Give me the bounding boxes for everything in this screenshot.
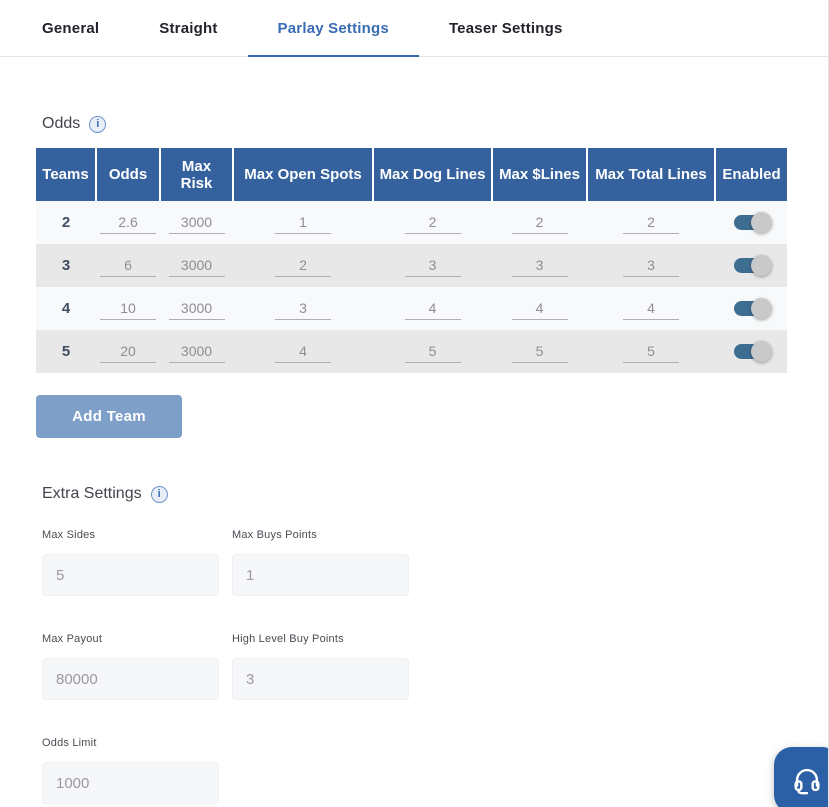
teams-count: 2 [36,201,96,244]
enabled-toggle[interactable] [734,344,769,359]
odds-limit-input[interactable] [42,762,219,804]
settings-tab-bar: General Straight Parlay Settings Teaser … [0,0,828,57]
table-row: 3 [36,244,787,287]
field-odds-limit: Odds Limit [42,737,219,804]
max-total-lines-input[interactable] [623,341,679,363]
max-dog-lines-input[interactable] [405,298,461,320]
column-header-odds: Odds [96,148,160,201]
max-dollar-lines-input[interactable] [512,298,568,320]
tab-teaser-settings[interactable]: Teaser Settings [419,0,593,56]
teams-count: 3 [36,244,96,287]
table-row: 5 [36,330,787,373]
odds-input[interactable] [100,212,156,234]
column-header-max-open-spots: Max Open Spots [233,148,373,201]
odds-input[interactable] [100,255,156,277]
odds-input[interactable] [100,341,156,363]
max-risk-input[interactable] [169,255,225,277]
extra-settings-heading: Extra Settings i [42,485,786,503]
column-header-max-dog-lines: Max Dog Lines [373,148,492,201]
max-dog-lines-input[interactable] [405,255,461,277]
toggle-knob [751,212,772,233]
enabled-toggle[interactable] [734,215,769,230]
info-icon[interactable]: i [89,116,106,133]
odds-section-title: Odds [42,115,80,133]
field-label: Odds Limit [42,737,219,749]
max-payout-input[interactable] [42,658,219,700]
extra-settings-form: Max Sides Max Buys Points Max Payout Hig… [42,529,786,804]
max-total-lines-input[interactable] [623,298,679,320]
toggle-knob [751,298,772,319]
field-label: Max Payout [42,633,219,645]
tab-straight[interactable]: Straight [129,0,247,56]
teams-count: 5 [36,330,96,373]
toggle-knob [751,341,772,362]
column-header-enabled: Enabled [715,148,787,201]
teams-count: 4 [36,287,96,330]
max-open-spots-input[interactable] [275,212,331,234]
enabled-toggle[interactable] [734,301,769,316]
max-open-spots-input[interactable] [275,298,331,320]
extra-settings-title: Extra Settings [42,485,142,503]
max-sides-input[interactable] [42,554,219,596]
max-dog-lines-input[interactable] [405,212,461,234]
toggle-knob [751,255,772,276]
tab-parlay-settings[interactable]: Parlay Settings [248,0,419,56]
column-header-teams: Teams [36,148,96,201]
field-max-sides: Max Sides [42,529,219,596]
max-buys-points-input[interactable] [232,554,409,596]
field-label: Max Sides [42,529,219,541]
table-row: 4 [36,287,787,330]
max-dollar-lines-input[interactable] [512,255,568,277]
field-high-level-buy-points: High Level Buy Points [232,633,409,700]
max-dollar-lines-input[interactable] [512,341,568,363]
parlay-settings-page: General Straight Parlay Settings Teaser … [0,0,829,807]
chat-support-button[interactable] [774,747,829,807]
odds-input[interactable] [100,298,156,320]
odds-section-heading: Odds i [42,115,786,133]
max-dog-lines-input[interactable] [405,341,461,363]
max-dollar-lines-input[interactable] [512,212,568,234]
table-row: 2 [36,201,787,244]
max-total-lines-input[interactable] [623,255,679,277]
column-header-max-total-lines: Max Total Lines [587,148,715,201]
field-label: Max Buys Points [232,529,409,541]
headset-icon [790,763,824,797]
info-icon[interactable]: i [151,486,168,503]
max-risk-input[interactable] [169,341,225,363]
parlay-settings-content: Odds i Teams Odds Max Risk Max Open Spot… [0,115,828,804]
max-open-spots-input[interactable] [275,341,331,363]
enabled-toggle[interactable] [734,258,769,273]
column-header-max-risk: Max Risk [160,148,233,201]
max-total-lines-input[interactable] [623,212,679,234]
odds-table: Teams Odds Max Risk Max Open Spots Max D… [36,148,787,373]
field-max-payout: Max Payout [42,633,219,700]
high-level-buy-points-input[interactable] [232,658,409,700]
column-header-max-dollar-lines: Max $Lines [492,148,587,201]
field-max-buys-points: Max Buys Points [232,529,409,596]
tab-general[interactable]: General [12,0,129,56]
max-open-spots-input[interactable] [275,255,331,277]
max-risk-input[interactable] [169,298,225,320]
add-team-button[interactable]: Add Team [36,395,182,438]
max-risk-input[interactable] [169,212,225,234]
field-label: High Level Buy Points [232,633,409,645]
odds-table-header-row: Teams Odds Max Risk Max Open Spots Max D… [36,148,787,201]
